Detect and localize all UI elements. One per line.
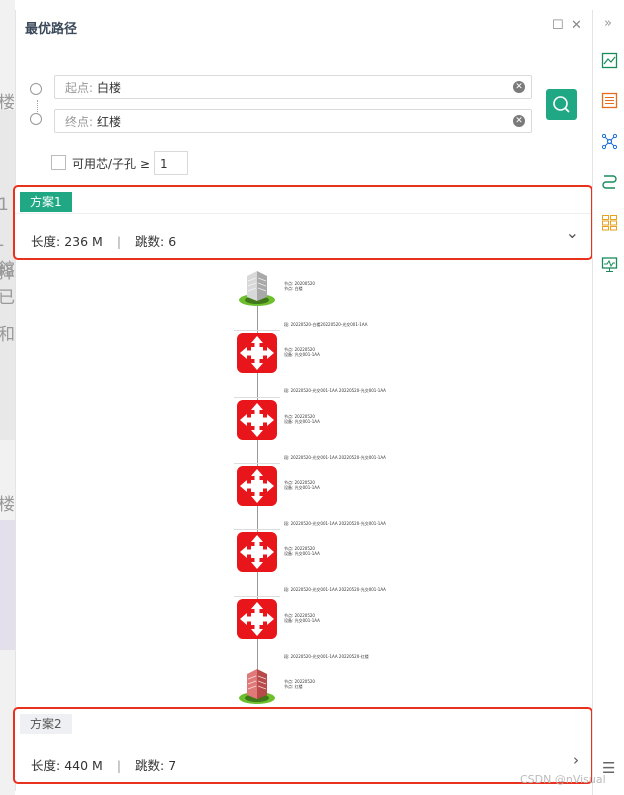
switch-icon: [237, 333, 277, 374]
node-divider: [234, 529, 280, 531]
node-label-line: 节点: 红楼: [284, 683, 303, 689]
start-point-value: 白楼: [97, 81, 122, 95]
switch-node[interactable]: [234, 330, 280, 374]
end-radio[interactable]: [30, 113, 42, 125]
chevron-down-icon[interactable]: ⌄: [566, 223, 579, 242]
switch-node[interactable]: [234, 396, 280, 441]
plan-tag: 方案2: [20, 714, 72, 734]
bg-block: [0, 520, 15, 650]
link-label: 段: 20220520-光交001-1AA 20220520-光交001-1AA: [284, 520, 386, 526]
available-core-input[interactable]: 1: [154, 151, 188, 175]
node-label-line: 设备: 光交001-1AA: [284, 418, 320, 424]
length-value: 236 M: [64, 234, 103, 249]
node-label: 节点: 20220520 设备: 光交001-1AA: [284, 613, 320, 623]
switch-icon: [237, 465, 277, 506]
hops-value: 7: [168, 758, 177, 773]
plan-card-2[interactable]: 方案2 长度: 440 M | 跳数: 7 ›: [13, 707, 593, 784]
metric-separator: |: [116, 234, 122, 249]
end-point-field[interactable]: 终点: 红楼 ✕: [54, 109, 532, 133]
node-label-line: 设备: 光交001-1AA: [284, 352, 320, 358]
bg-text: 楼: [0, 495, 15, 515]
network-icon[interactable]: [601, 133, 618, 150]
node-label-line: 设备: 光交001-1AA: [284, 484, 320, 490]
node-label-line: 节点: 20220520: [284, 413, 315, 419]
route-icon[interactable]: [601, 173, 618, 190]
length-value: 440 M: [64, 758, 103, 773]
image-panel-icon[interactable]: [601, 52, 618, 69]
node-label-line: 设备: 光交001-1AA: [284, 551, 320, 557]
node-label: 节点: 20220520 设备: 光交001-1AA: [284, 546, 320, 556]
length-label: 长度:: [31, 758, 61, 773]
bg-text: 楼: [0, 93, 15, 113]
available-core-label: 可用芯/子孔 ≥: [72, 157, 150, 171]
search-icon: [553, 96, 570, 113]
node-label: 节点: 20220520 节点: 红楼: [284, 679, 315, 689]
node-divider: [234, 396, 280, 398]
node-label-line: 节点: 20220520: [284, 612, 315, 618]
link-label: 段: 20220520-光交001-1AA 20220520-光交001-1AA: [284, 587, 386, 593]
plan-tag: 方案1: [20, 192, 72, 212]
available-core-checkbox[interactable]: [51, 155, 66, 170]
node-label: 节点: 20220520 设备: 光交001-1AA: [284, 414, 320, 424]
hops-label: 跳数:: [135, 234, 165, 249]
switch-node[interactable]: [234, 595, 280, 640]
right-toolbar: » ☰: [592, 10, 624, 795]
start-point-label: 起点:: [65, 81, 94, 95]
hops-value: 6: [168, 234, 177, 249]
start-point-field[interactable]: 起点: 白楼 ✕: [54, 75, 532, 99]
switch-icon: [237, 399, 277, 440]
card-divider: [15, 213, 591, 214]
link-label: 段: 20220520-光交001-1AA 20220520-光交001-1AA: [284, 388, 386, 394]
chevron-right-icon[interactable]: ›: [573, 751, 579, 769]
node-label: 节点: 20220520 设备: 光交001-1AA: [284, 480, 320, 490]
start-radio[interactable]: [30, 83, 42, 95]
switch-node[interactable]: [234, 529, 280, 573]
node-divider: [234, 595, 280, 597]
bg-text: 和: [0, 325, 15, 345]
background-map: 楼 1 -館 择已 和 楼: [0, 0, 15, 795]
optimal-path-panel: 最优路径 ☐ ✕ 起点: 白楼 ✕ 终点: 红楼 ✕ 可用芯/子孔 ≥ 1 方案1 …: [13, 10, 593, 791]
bg-text: 1: [0, 195, 9, 215]
search-button[interactable]: [546, 89, 577, 120]
end-point-label: 终点:: [65, 115, 94, 129]
node-label: 节点: 20220520 设备: 光交001-1AA: [284, 347, 320, 357]
panel-title: 最优路径: [25, 22, 78, 37]
white-building-icon: [239, 271, 275, 306]
length-label: 长度:: [31, 234, 61, 249]
plan-metrics: 长度: 440 M | 跳数: 7: [31, 755, 176, 774]
building-node[interactable]: [236, 266, 278, 308]
end-point-value: 红楼: [97, 115, 122, 129]
red-building-icon: [239, 668, 275, 704]
node-label-line: 设备: 光交001-1AA: [284, 617, 320, 623]
switch-node[interactable]: [234, 462, 280, 507]
metric-separator: |: [116, 758, 122, 773]
link-label: 段: 20220520-光交001-1AA 20220520-光交001-1AA: [284, 454, 386, 460]
list-panel-icon[interactable]: [601, 92, 618, 109]
monitor-icon[interactable]: [601, 256, 618, 273]
link-label: 段: 20220520-光交001-1AA 20220520-红楼: [284, 653, 369, 659]
plan-metrics: 长度: 236 M | 跳数: 6: [31, 231, 176, 250]
switch-icon: [237, 598, 277, 639]
node-label: 节点: 20200520 节点: 白楼: [284, 281, 315, 291]
minimize-icon[interactable]: ☐: [552, 18, 564, 33]
bg-text: 择已: [0, 263, 15, 308]
expand-icon[interactable]: »: [604, 16, 612, 31]
node-divider: [234, 330, 280, 332]
node-label-line: 节点: 白楼: [284, 286, 303, 291]
node-divider: [234, 462, 280, 464]
link-label: 段: 20220520-白楼20220520-光交001-1AA: [284, 322, 368, 327]
watermark: CSDN @nVisual: [520, 773, 606, 786]
building-node[interactable]: [236, 664, 278, 706]
clear-start-icon[interactable]: ✕: [513, 81, 525, 93]
plan-card-1[interactable]: 方案1 长度: 236 M | 跳数: 6 ⌄: [13, 185, 593, 260]
table-grid-icon[interactable]: [601, 214, 618, 231]
switch-icon: [237, 532, 277, 573]
clear-end-icon[interactable]: ✕: [513, 115, 525, 127]
close-icon[interactable]: ✕: [571, 18, 582, 33]
hops-label: 跳数:: [135, 758, 165, 773]
